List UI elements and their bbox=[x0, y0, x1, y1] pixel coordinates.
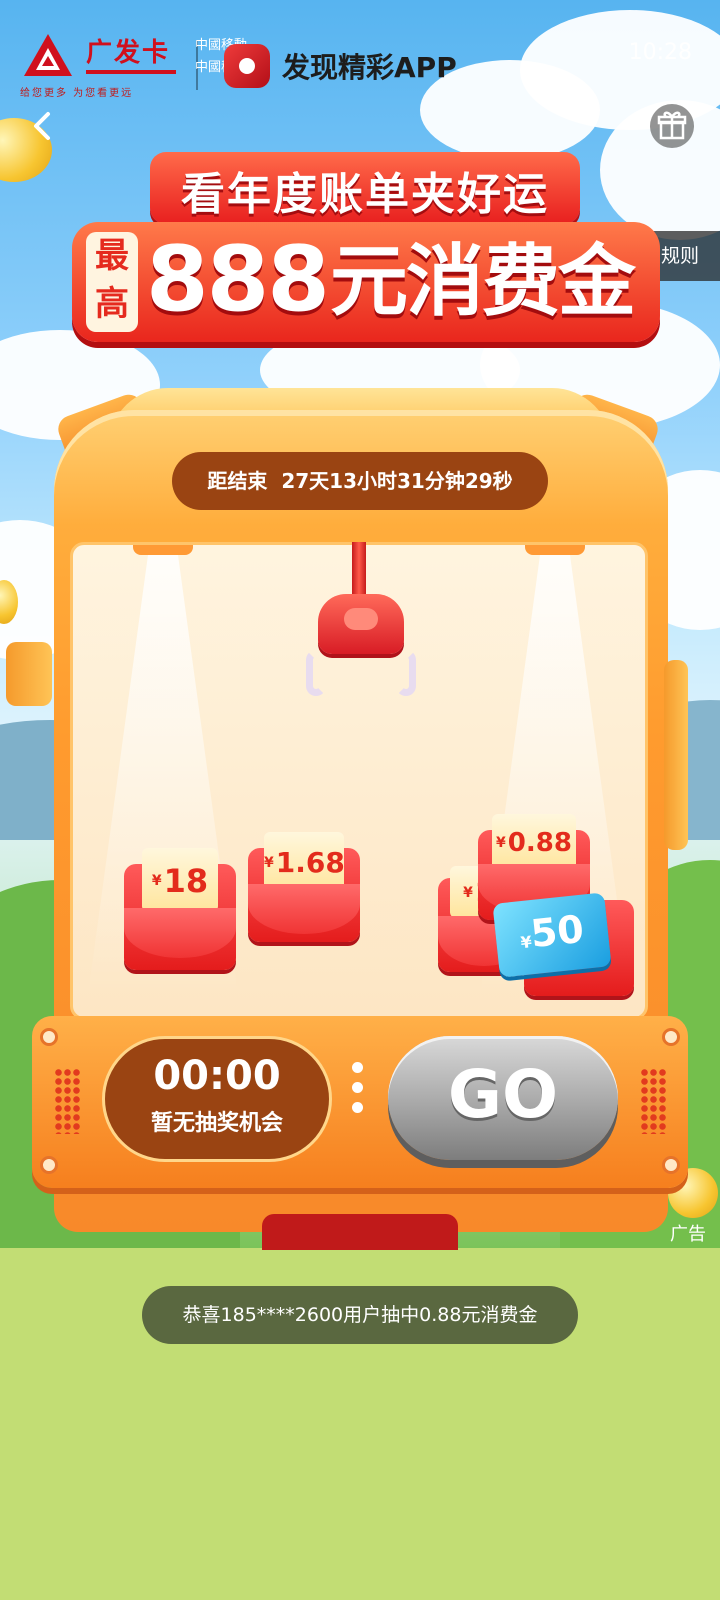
brand-slogan: 给您更多 为您看更远 bbox=[20, 88, 134, 99]
machine-foot bbox=[262, 1214, 458, 1250]
winner-ticker: 恭喜185****2600用户抽中0.88元消费金 bbox=[142, 1286, 578, 1344]
prize-envelope: ¥1.68 bbox=[248, 832, 360, 942]
prize-card: ¥18 bbox=[142, 848, 218, 912]
prize-value: 1.68 bbox=[275, 846, 345, 879]
prize-amount: 888 bbox=[146, 227, 330, 332]
headline-title: 看年度账单夹好运 bbox=[181, 169, 549, 220]
speaker-grille bbox=[54, 1068, 80, 1134]
status-time: 10:28 bbox=[628, 40, 692, 65]
voucher-ticket: ¥50 bbox=[492, 892, 612, 978]
machine-handle-left bbox=[6, 642, 52, 706]
brand-logo: 广发卡 给您更多 为您看更远 bbox=[20, 30, 180, 100]
app-icon bbox=[224, 44, 270, 88]
ad-label: 广告 bbox=[670, 1224, 706, 1245]
screw bbox=[40, 1028, 58, 1046]
lamp bbox=[133, 545, 193, 555]
status-bar: 广发卡 给您更多 为您看更远 中國移動 中國移動 发现精彩APP 10:28 bbox=[0, 0, 720, 100]
lamp bbox=[525, 545, 585, 555]
countdown-timer: 距结束 27天13小时31分钟29秒 bbox=[172, 452, 548, 510]
countdown-label: 距结束 bbox=[207, 469, 268, 493]
claw-arm-right bbox=[396, 650, 416, 696]
go-button[interactable]: GO bbox=[388, 1036, 618, 1160]
countdown-value: 27天13小时31分钟29秒 bbox=[281, 469, 513, 493]
prize-card: ¥1.68 bbox=[264, 832, 345, 892]
timer-value: 00:00 bbox=[153, 1053, 281, 1099]
screw bbox=[662, 1028, 680, 1046]
prize-value: 18 bbox=[163, 862, 209, 900]
claw-head bbox=[318, 594, 404, 654]
voucher-value: ¥50 bbox=[519, 906, 586, 957]
screw bbox=[40, 1156, 58, 1174]
screw bbox=[662, 1156, 680, 1174]
prize-unit-text: 元消费金 bbox=[330, 237, 636, 327]
gift-icon bbox=[657, 111, 687, 140]
prize-card: ¥0.88 bbox=[492, 814, 576, 870]
prize-banner: 最高 888 元消费金 bbox=[72, 222, 660, 342]
app-title: 发现精彩APP bbox=[282, 51, 457, 84]
chance-timer: 00:00 暂无抽奖机会 bbox=[102, 1036, 332, 1162]
gift-button[interactable] bbox=[650, 104, 694, 148]
brand-name: 广发卡 bbox=[86, 38, 171, 68]
envelope-flap bbox=[124, 908, 236, 958]
claw-arm-left bbox=[306, 650, 326, 696]
back-button[interactable] bbox=[24, 106, 64, 146]
prize-value: 0.88 bbox=[507, 828, 572, 858]
prize-envelope: ¥18 bbox=[124, 848, 236, 970]
brand-underline bbox=[86, 70, 176, 74]
brand-logo-mark-icon bbox=[24, 34, 72, 76]
speaker-grille bbox=[640, 1068, 666, 1134]
envelope-flap bbox=[248, 884, 360, 934]
chance-status: 暂无抽奖机会 bbox=[150, 1111, 283, 1136]
prize-tag: 最高 bbox=[86, 232, 138, 332]
panel-dots bbox=[352, 1062, 366, 1122]
chevron-left-icon bbox=[34, 112, 50, 140]
headline-banner: 看年度账单夹好运 bbox=[150, 152, 580, 224]
machine-handle-right bbox=[664, 660, 688, 850]
